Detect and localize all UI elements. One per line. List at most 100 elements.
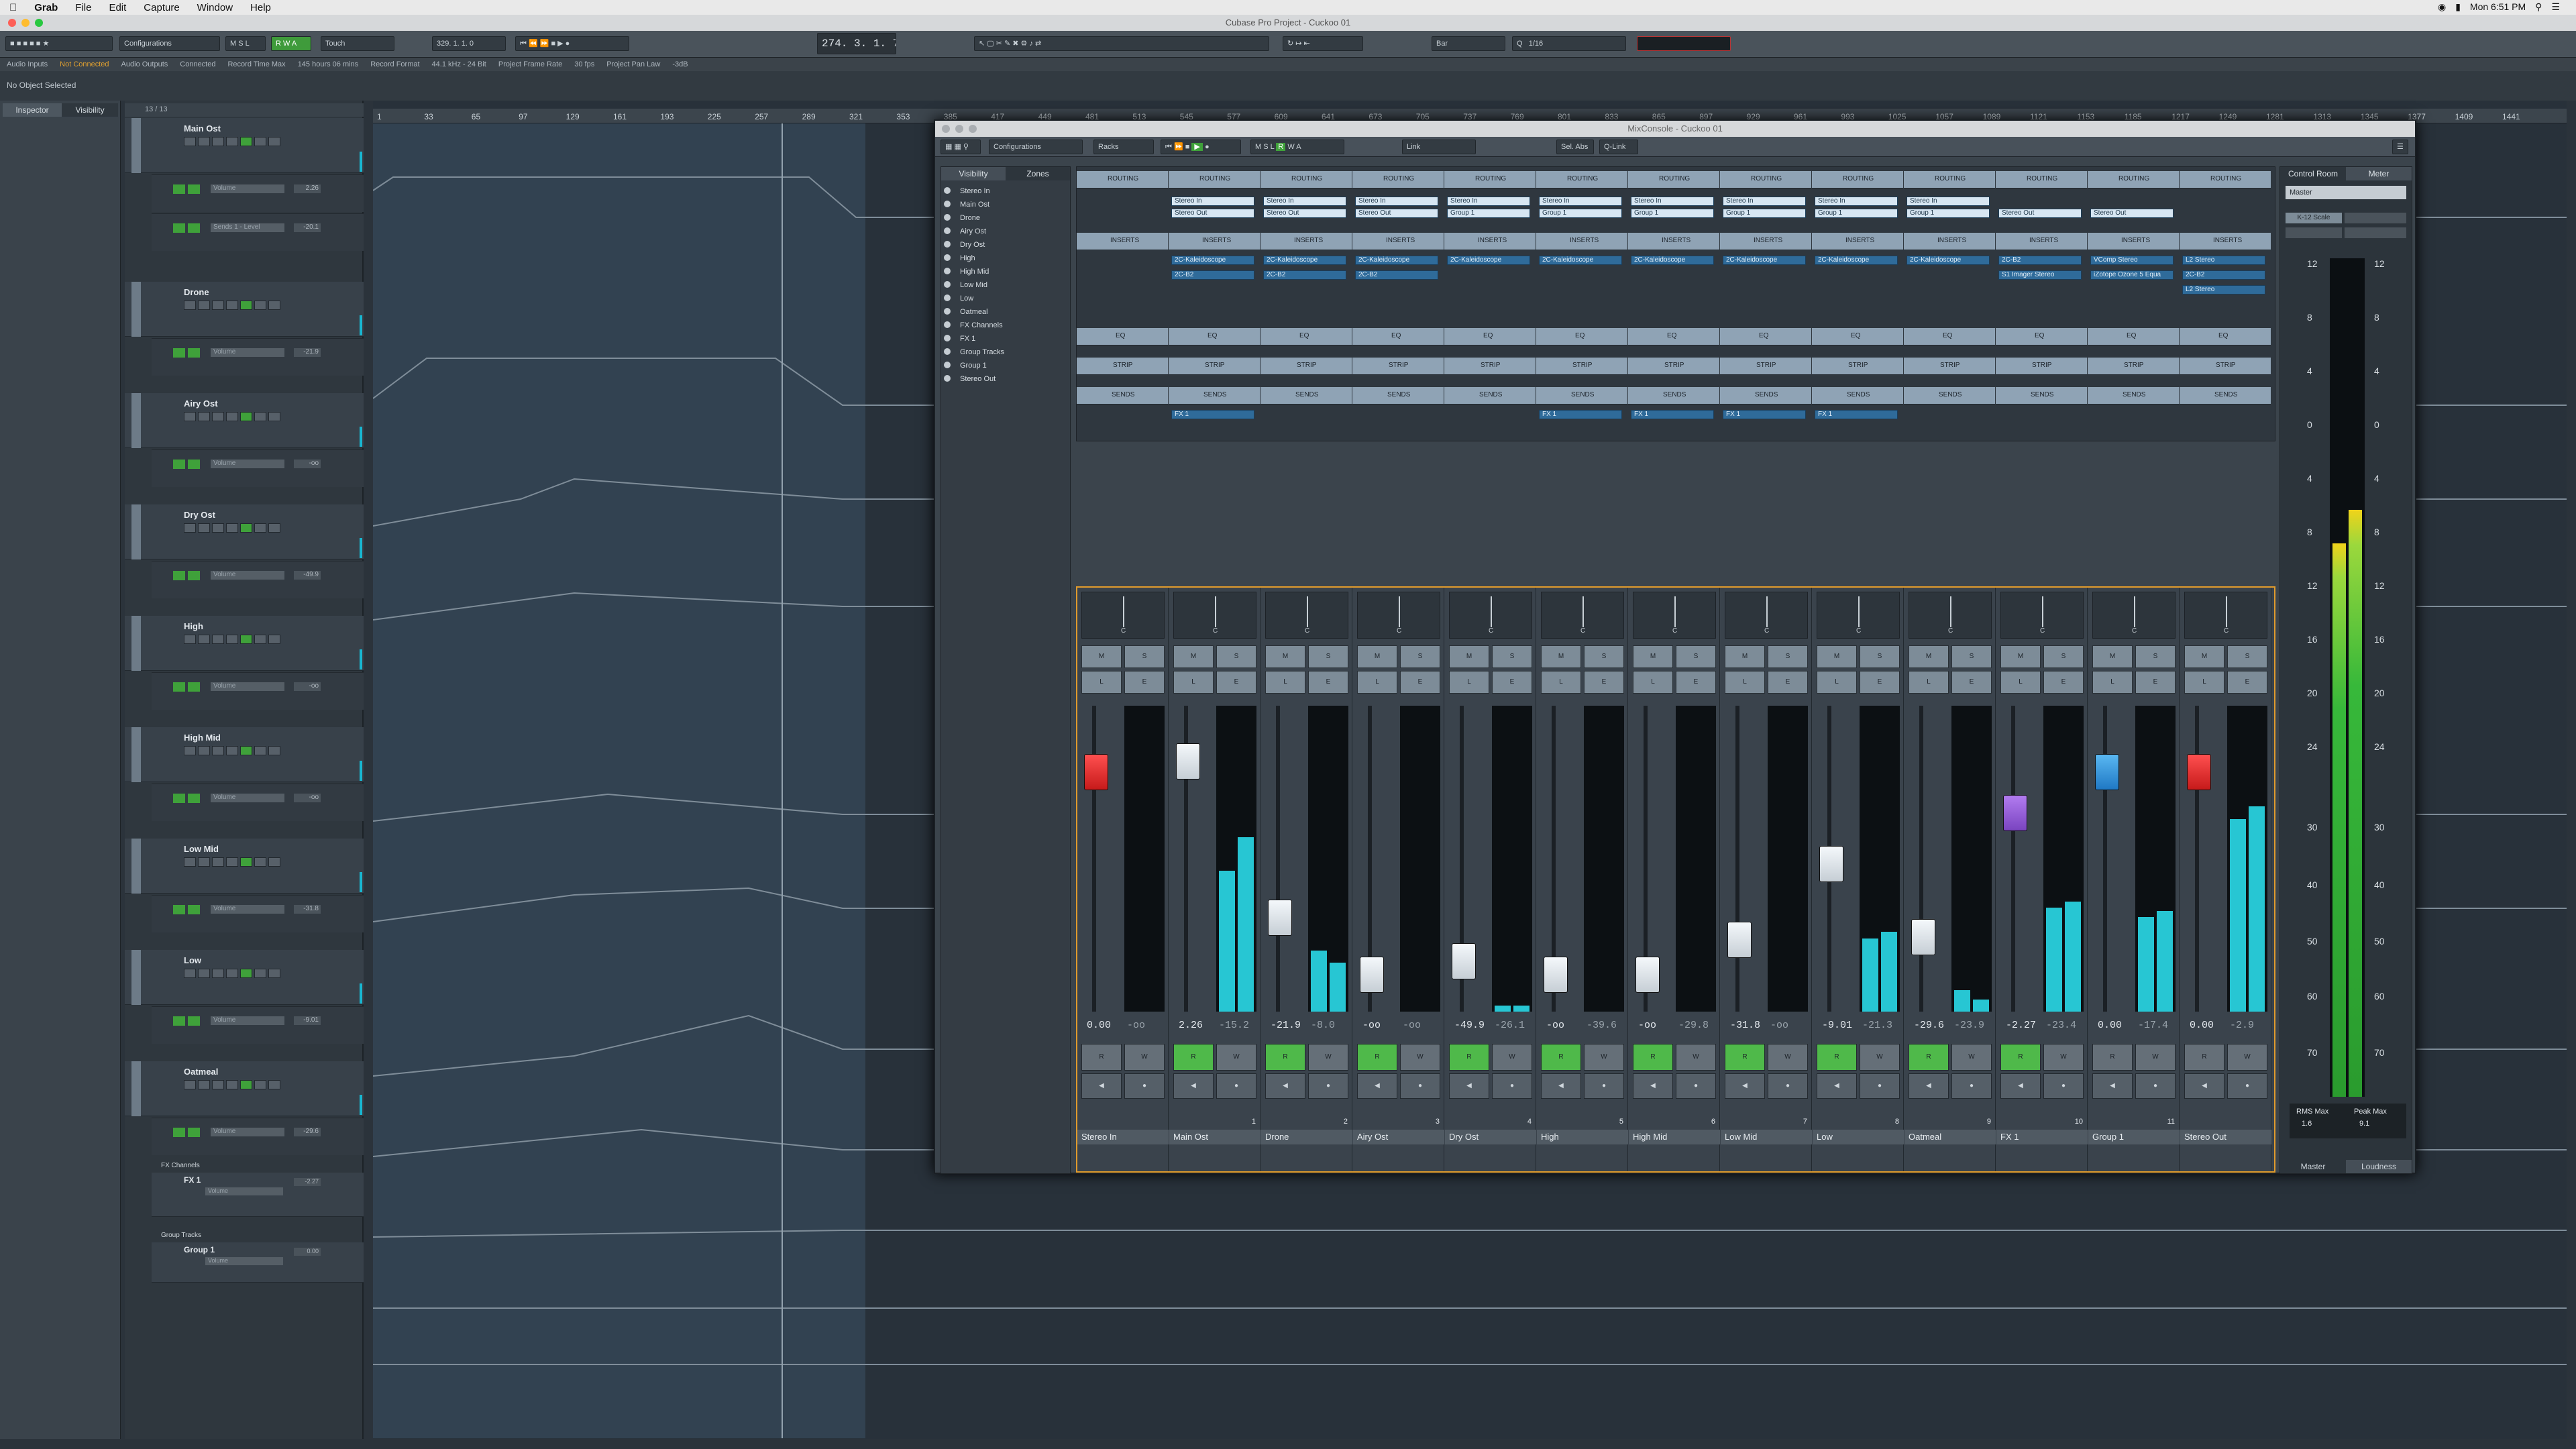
monitor-button[interactable]: ◀ xyxy=(1541,1073,1581,1099)
track-button[interactable] xyxy=(212,857,224,867)
lane-value[interactable]: -oo xyxy=(294,682,321,691)
track-button[interactable] xyxy=(268,857,280,867)
track-button[interactable] xyxy=(226,969,238,978)
mix-state-buttons[interactable]: M S L R W A xyxy=(1250,140,1344,154)
routing-output[interactable]: Stereo Out xyxy=(1998,209,2082,218)
fader-value[interactable]: -oo xyxy=(1638,1020,1656,1031)
sends-rack-header[interactable]: SENDS xyxy=(1812,387,1903,405)
automation-lane[interactable]: Sends 1 - Level -20.1 xyxy=(152,213,364,251)
track-buttons[interactable] xyxy=(184,857,280,867)
read-toggle[interactable] xyxy=(173,223,185,233)
mute-button[interactable]: M xyxy=(1817,645,1857,668)
track-buttons[interactable] xyxy=(184,523,280,533)
insert-slot[interactable]: 2C-Kaleidoscope xyxy=(1631,256,1714,265)
fader-value[interactable]: -29.6 xyxy=(1914,1020,1944,1031)
visibility-item[interactable]: High Mid xyxy=(944,268,989,276)
search-icon[interactable]: ⚲ xyxy=(2535,1,2542,13)
track-button[interactable] xyxy=(212,137,224,146)
track-button[interactable] xyxy=(240,523,252,533)
insert-slot[interactable]: 2C-Kaleidoscope xyxy=(1723,256,1806,265)
fader-value[interactable]: -21.9 xyxy=(1271,1020,1301,1031)
track-button[interactable] xyxy=(268,301,280,310)
mixer-channel[interactable]: C M S L E -oo -39.6 R W ◀ ● 5 High xyxy=(1537,588,1628,1171)
strip-rack-header[interactable]: STRIP xyxy=(2180,358,2271,375)
mute-button[interactable]: M xyxy=(1357,645,1397,668)
menu-capture[interactable]: Capture xyxy=(144,2,179,13)
strip-rack-header[interactable]: STRIP xyxy=(1628,358,1719,375)
record-enable-button[interactable]: ● xyxy=(2135,1073,2176,1099)
lane-value[interactable]: -2.27 xyxy=(294,1178,321,1186)
track-button[interactable] xyxy=(254,301,266,310)
listen-button[interactable]: L xyxy=(2000,671,2041,694)
inserts-rack-header[interactable]: INSERTS xyxy=(1812,233,1903,250)
read-automation-button[interactable]: R xyxy=(1541,1044,1581,1071)
track-row[interactable]: Oatmeal xyxy=(125,1061,364,1116)
track-button[interactable] xyxy=(268,635,280,644)
mixer-channel[interactable]: C M S L E 0.00 -2.9 R W ◀ ● Stereo Out xyxy=(2180,588,2271,1171)
track-button[interactable] xyxy=(226,137,238,146)
peak-value[interactable]: -17.4 xyxy=(2138,1020,2168,1031)
routing-input[interactable]: Stereo In xyxy=(1815,197,1898,206)
fader-cap[interactable] xyxy=(1268,900,1292,936)
wifi-icon[interactable]: ◉ xyxy=(2438,1,2446,13)
solo-button[interactable]: S xyxy=(2043,645,2084,668)
send-slot[interactable]: FX 1 xyxy=(1631,410,1714,419)
track-button[interactable] xyxy=(184,412,196,421)
minimize-icon[interactable] xyxy=(21,19,30,27)
monitor-button[interactable]: ◀ xyxy=(1081,1073,1122,1099)
solo-button[interactable]: S xyxy=(1584,645,1624,668)
solo-button[interactable]: S xyxy=(1860,645,1900,668)
mixer-channel[interactable]: C M S L E -21.9 -8.0 R W ◀ ● 2 Drone xyxy=(1261,588,1352,1171)
strip-rack-header[interactable]: STRIP xyxy=(1169,358,1260,375)
strip-rack-header[interactable]: STRIP xyxy=(1536,358,1627,375)
track-button[interactable] xyxy=(240,412,252,421)
insert-slot[interactable]: 2C-Kaleidoscope xyxy=(1815,256,1898,265)
track-button[interactable] xyxy=(198,523,210,533)
transport-buttons[interactable]: ⏮ ⏪ ⏩ ■ ▶ ● xyxy=(515,36,629,51)
track-button[interactable] xyxy=(184,1080,196,1089)
menu-list-icon[interactable]: ☰ xyxy=(2551,1,2560,13)
track-buttons[interactable] xyxy=(184,635,280,644)
visibility-dot-icon[interactable] xyxy=(944,254,951,261)
track-button[interactable] xyxy=(240,857,252,867)
strip-rack-header[interactable]: STRIP xyxy=(1077,358,1168,375)
monitor-button[interactable]: ◀ xyxy=(1633,1073,1673,1099)
routing-input[interactable]: Stereo In xyxy=(1263,197,1346,206)
lane-parameter[interactable]: Volume xyxy=(211,1016,284,1025)
grid-type-select[interactable]: Bar xyxy=(1432,36,1505,51)
m-s-buttons[interactable]: M S L xyxy=(225,36,266,51)
visibility-item[interactable]: FX Channels xyxy=(944,321,1003,329)
fader-value[interactable]: 0.00 xyxy=(2190,1020,2214,1031)
edit-button[interactable]: E xyxy=(1951,671,1992,694)
peak-value[interactable]: -23.9 xyxy=(1954,1020,1984,1031)
strip-rack-header[interactable]: STRIP xyxy=(1260,358,1352,375)
track-row[interactable]: High xyxy=(125,616,364,671)
track-button[interactable] xyxy=(226,635,238,644)
edit-button[interactable]: E xyxy=(1400,671,1440,694)
track-button[interactable] xyxy=(198,969,210,978)
solo-button[interactable]: S xyxy=(1216,645,1256,668)
read-toggle[interactable] xyxy=(173,460,185,469)
inserts-rack-header[interactable]: INSERTS xyxy=(1628,233,1719,250)
tab-visibility[interactable]: Visibility xyxy=(62,103,118,117)
mixer-channel[interactable]: C M S L E -9.01 -21.3 R W ◀ ● 8 Low xyxy=(1813,588,1904,1171)
inserts-rack-header[interactable]: INSERTS xyxy=(1904,233,1995,250)
monitor-button[interactable]: ◀ xyxy=(1725,1073,1765,1099)
track-button[interactable] xyxy=(184,523,196,533)
visibility-dot-icon[interactable] xyxy=(944,348,951,355)
sends-rack-header[interactable]: SENDS xyxy=(1720,387,1811,405)
inserts-rack-header[interactable]: INSERTS xyxy=(1077,233,1168,250)
channel-name[interactable]: FX 1 xyxy=(1996,1130,2088,1144)
insert-slot[interactable]: 2C-B2 xyxy=(1263,270,1346,280)
visibility-dot-icon[interactable] xyxy=(944,201,951,207)
track-buttons[interactable] xyxy=(184,1080,280,1089)
mixer-channel[interactable]: C M S L E 0.00 -17.4 R W ◀ ● 11 Group 1 xyxy=(2088,588,2180,1171)
automation-lane[interactable]: Volume -oo xyxy=(152,784,364,821)
automation-lane[interactable]: Volume -29.6 xyxy=(152,1118,364,1155)
visibility-dot-icon[interactable] xyxy=(944,241,951,248)
peak-value[interactable]: -2.9 xyxy=(2230,1020,2254,1031)
write-toggle[interactable] xyxy=(188,223,200,233)
automation-mode-select[interactable]: Touch xyxy=(321,36,394,51)
routing-input[interactable]: Stereo In xyxy=(1631,197,1714,206)
read-toggle[interactable] xyxy=(173,184,185,194)
